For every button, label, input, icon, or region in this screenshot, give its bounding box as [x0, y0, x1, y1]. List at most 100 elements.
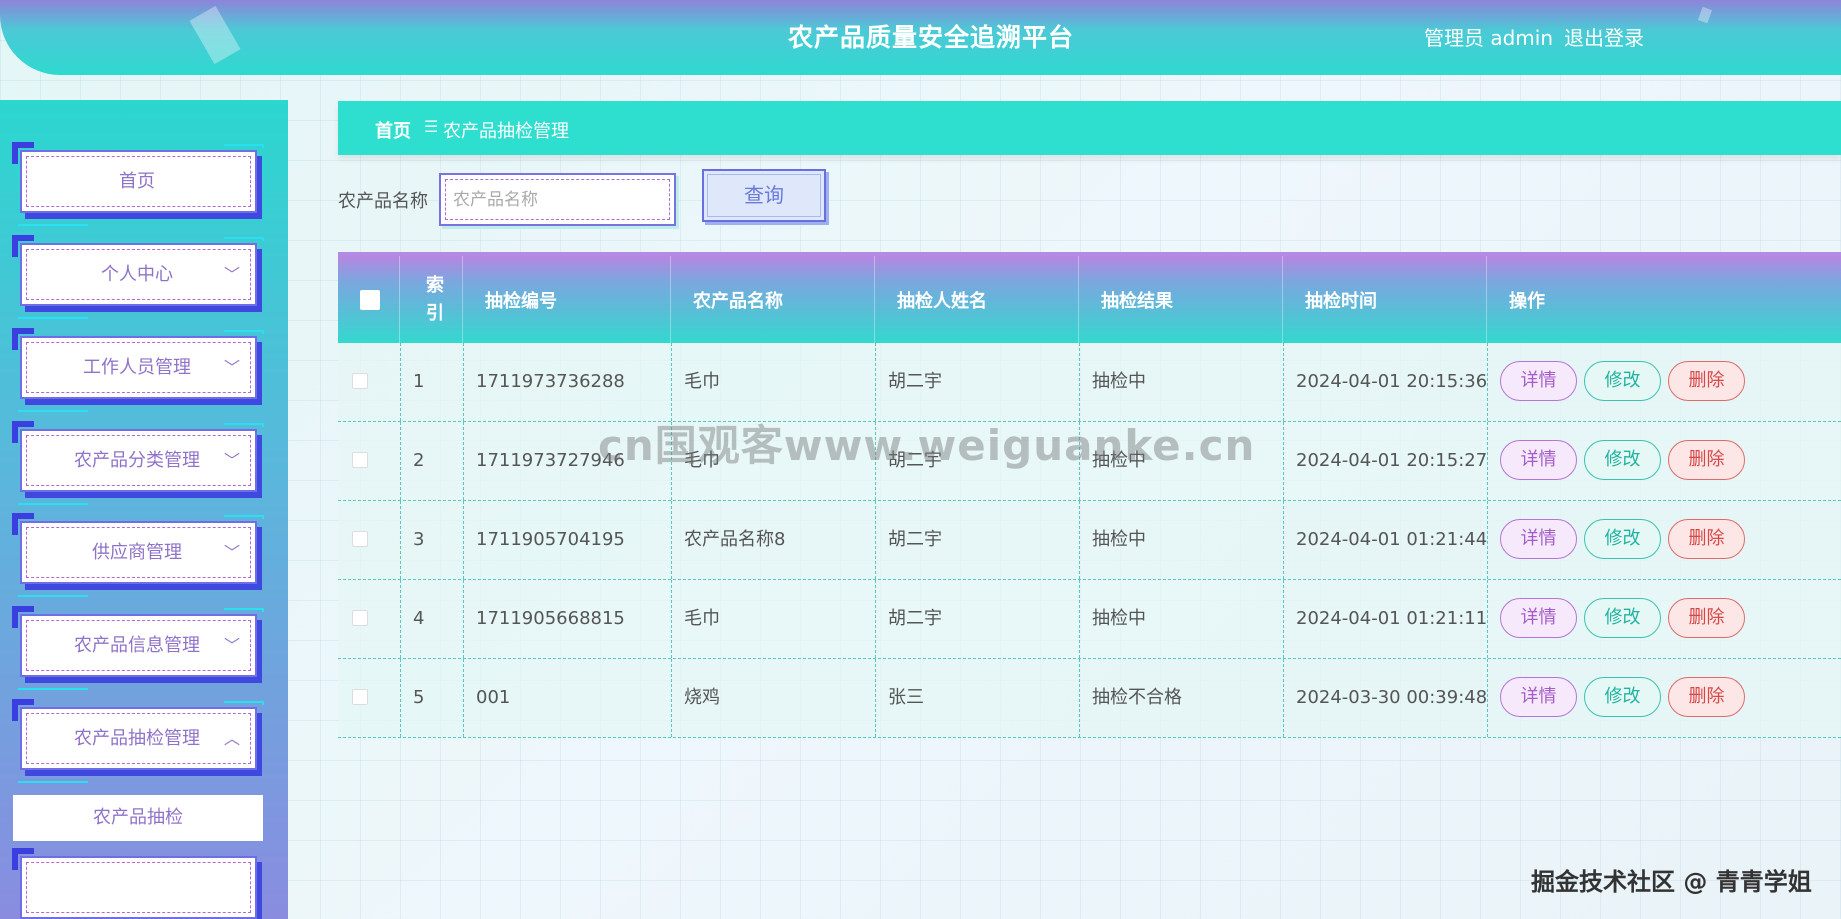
delete-button[interactable]: 删除 [1668, 677, 1745, 717]
header-result: 抽检结果 [1079, 256, 1283, 343]
detail-button[interactable]: 详情 [1500, 677, 1577, 717]
header-select-all [338, 256, 400, 343]
edit-button[interactable]: 修改 [1584, 598, 1661, 638]
header-inspector-label: 抽检人姓名 [897, 290, 987, 312]
header-product: 农产品名称 [671, 256, 875, 343]
header-code: 抽检编号 [463, 256, 671, 343]
cell-result: 抽检中 [1079, 580, 1283, 658]
sidebar-item-next[interactable] [12, 848, 262, 919]
cell-code: 1711973727946 [463, 422, 671, 500]
detail-button[interactable]: 详情 [1500, 361, 1577, 401]
submenu-item-inspection[interactable]: 农产品抽检 [13, 795, 263, 841]
cell-index: 3 [400, 501, 463, 579]
cell-result: 抽检不合格 [1079, 659, 1283, 737]
row-select-cell [338, 501, 400, 579]
breadcrumb-home[interactable]: 首页 [375, 117, 411, 143]
table-header: 索引 抽检编号 农产品名称 抽检人姓名 抽检结果 抽检时间 操作 [338, 252, 1841, 343]
row-select-cell [338, 659, 400, 737]
cell-result: 抽检中 [1079, 422, 1283, 500]
sidebar: 首页 个人中心 ﹀ 工作人员管理 ﹀ 农产品分类管理 ﹀ 供应商管理 ﹀ 农产品… [0, 100, 288, 919]
data-table: 索引 抽检编号 农产品名称 抽检人姓名 抽检结果 抽检时间 操作 1 17119… [338, 252, 1841, 738]
table-row: 1 1711973736288 毛巾 胡二宇 抽检中 2024-04-01 20… [338, 343, 1841, 422]
header-actions-label: 操作 [1509, 290, 1545, 312]
breadcrumb: 首页 ☰ 农产品抽检管理 [338, 101, 1841, 155]
cell-product: 毛巾 [671, 580, 875, 658]
line-decor [18, 224, 88, 226]
header-time-label: 抽检时间 [1305, 290, 1377, 312]
logout-link[interactable]: 退出登录 [1564, 22, 1644, 51]
sidebar-item-product-info[interactable]: 农产品信息管理 ﹀ [12, 606, 264, 690]
cell-code: 1711905668815 [463, 580, 671, 658]
header-product-label: 农产品名称 [693, 290, 783, 312]
cell-result: 抽检中 [1079, 343, 1283, 421]
cell-index: 4 [400, 580, 463, 658]
detail-button[interactable]: 详情 [1500, 440, 1577, 480]
sidebar-item-staff[interactable]: 工作人员管理 ﹀ [12, 328, 264, 412]
cell-result: 抽检中 [1079, 501, 1283, 579]
header-actions: 操作 [1487, 256, 1841, 343]
table-row: 4 1711905668815 毛巾 胡二宇 抽检中 2024-04-01 01… [338, 580, 1841, 659]
cell-inspector: 张三 [875, 659, 1079, 737]
chevron-up-icon: ︿ [223, 729, 240, 748]
cell-actions: 详情 修改 删除 [1487, 501, 1841, 579]
edit-button[interactable]: 修改 [1584, 677, 1661, 717]
breadcrumb-current: 农产品抽检管理 [443, 121, 569, 142]
line-decor [18, 410, 88, 412]
cell-index: 5 [400, 659, 463, 737]
search-label: 农产品名称 [338, 191, 428, 212]
top-header: 农产品质量安全追溯平台 管理员 admin 退出登录 [0, 0, 1841, 75]
admin-user-label: 管理员 admin [1424, 26, 1554, 50]
cell-inspector: 胡二宇 [875, 343, 1079, 421]
detail-button[interactable]: 详情 [1500, 519, 1577, 559]
sidebar-item-label: 首页 [119, 171, 155, 192]
search-button-label: 查询 [744, 183, 784, 207]
menu-frame [20, 856, 257, 919]
sidebar-item-inspection[interactable]: 农产品抽检管理 ︿ [12, 699, 264, 783]
sidebar-item-home[interactable]: 首页 [12, 142, 264, 226]
sidebar-item-supplier[interactable]: 供应商管理 ﹀ [12, 513, 264, 597]
delete-button[interactable]: 删除 [1668, 440, 1745, 480]
row-checkbox[interactable] [352, 452, 368, 468]
cell-inspector: 胡二宇 [875, 501, 1079, 579]
cell-code: 001 [463, 659, 671, 737]
select-all-checkbox[interactable] [360, 289, 380, 310]
search-input-wrapper [439, 173, 676, 226]
corner-watermark: 掘金技术社区 @ 青青学姐 [1531, 868, 1812, 896]
row-select-cell [338, 343, 400, 421]
cell-time: 2024-04-01 01:21:44 [1283, 501, 1487, 579]
chevron-down-icon: ﹀ [223, 451, 240, 470]
cell-time: 2024-04-01 20:15:27 [1283, 422, 1487, 500]
row-checkbox[interactable] [352, 531, 368, 547]
header-code-label: 抽检编号 [485, 290, 557, 312]
search-input[interactable] [453, 187, 663, 213]
delete-button[interactable]: 删除 [1668, 361, 1745, 401]
line-decor [18, 503, 88, 505]
table-body: 1 1711973736288 毛巾 胡二宇 抽检中 2024-04-01 20… [338, 343, 1841, 738]
header-result-label: 抽检结果 [1101, 290, 1173, 312]
header-index: 索引 [400, 256, 463, 343]
breadcrumb-separator-icon: ☰ [424, 117, 439, 136]
row-checkbox[interactable] [352, 373, 368, 389]
sidebar-item-category[interactable]: 农产品分类管理 ﹀ [12, 421, 264, 505]
row-checkbox[interactable] [352, 610, 368, 626]
edit-button[interactable]: 修改 [1584, 519, 1661, 559]
row-select-cell [338, 580, 400, 658]
delete-button[interactable]: 删除 [1668, 519, 1745, 559]
line-decor [18, 781, 88, 783]
delete-button[interactable]: 删除 [1668, 598, 1745, 638]
cell-time: 2024-03-30 00:39:48 [1283, 659, 1487, 737]
table-row: 3 1711905704195 农产品名称8 胡二宇 抽检中 2024-04-0… [338, 501, 1841, 580]
table-row: 5 001 烧鸡 张三 抽检不合格 2024-03-30 00:39:48 详情… [338, 659, 1841, 738]
sidebar-item-personal-center[interactable]: 个人中心 ﹀ [12, 235, 264, 319]
cell-inspector: 胡二宇 [875, 580, 1079, 658]
cell-code: 1711905704195 [463, 501, 671, 579]
row-checkbox[interactable] [352, 689, 368, 705]
table-row: 2 1711973727946 毛巾 胡二宇 抽检中 2024-04-01 20… [338, 422, 1841, 501]
edit-button[interactable]: 修改 [1584, 440, 1661, 480]
cell-product: 农产品名称8 [671, 501, 875, 579]
search-button[interactable]: 查询 [702, 169, 826, 222]
header-time: 抽检时间 [1283, 256, 1487, 343]
detail-button[interactable]: 详情 [1500, 598, 1577, 638]
cell-inspector: 胡二宇 [875, 422, 1079, 500]
edit-button[interactable]: 修改 [1584, 361, 1661, 401]
